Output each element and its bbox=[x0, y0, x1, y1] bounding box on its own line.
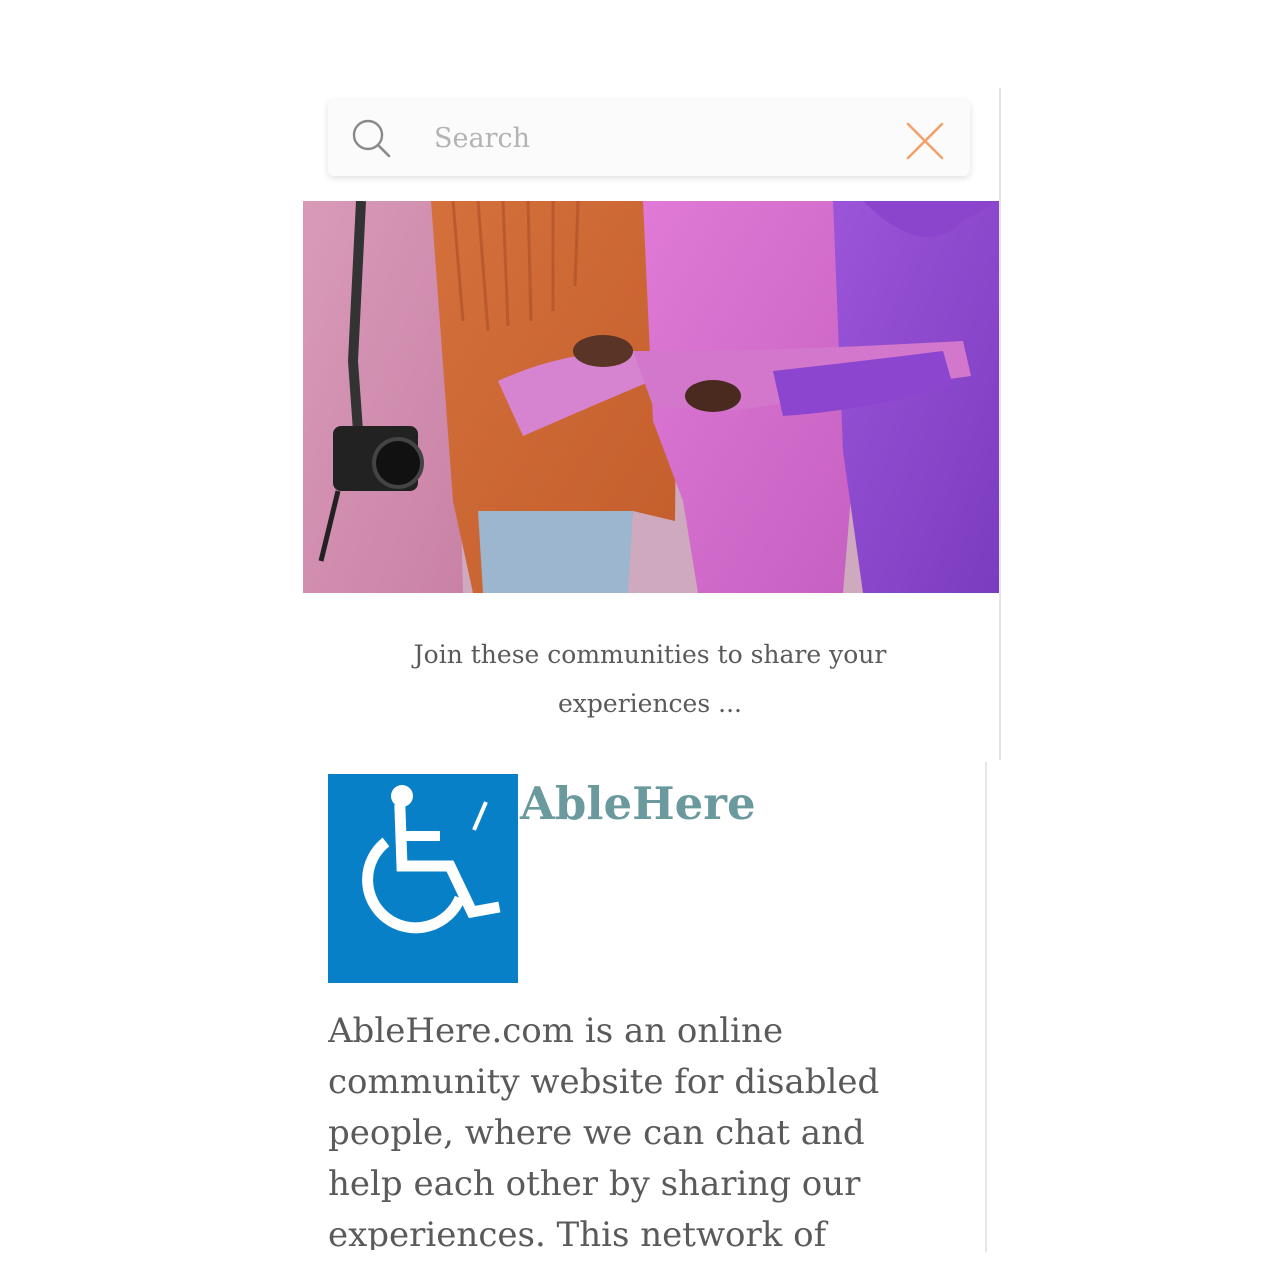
community-logo[interactable] bbox=[328, 774, 518, 983]
close-icon[interactable] bbox=[904, 120, 946, 162]
hero-image bbox=[303, 201, 999, 593]
screen-edge-top bbox=[999, 88, 1001, 760]
communities-caption: Join these communities to share your exp… bbox=[413, 640, 887, 718]
hero-illustration bbox=[303, 201, 999, 593]
page: Join these communities to share your exp… bbox=[0, 0, 1280, 1280]
search-icon[interactable] bbox=[350, 117, 392, 159]
community-title-link[interactable]: AbleHere bbox=[520, 774, 756, 834]
community-description: AbleHere.com is an online community webs… bbox=[328, 1011, 880, 1250]
search-input[interactable] bbox=[420, 112, 880, 164]
screen-edge-bottom bbox=[985, 762, 987, 1252]
wheelchair-icon bbox=[362, 785, 501, 934]
